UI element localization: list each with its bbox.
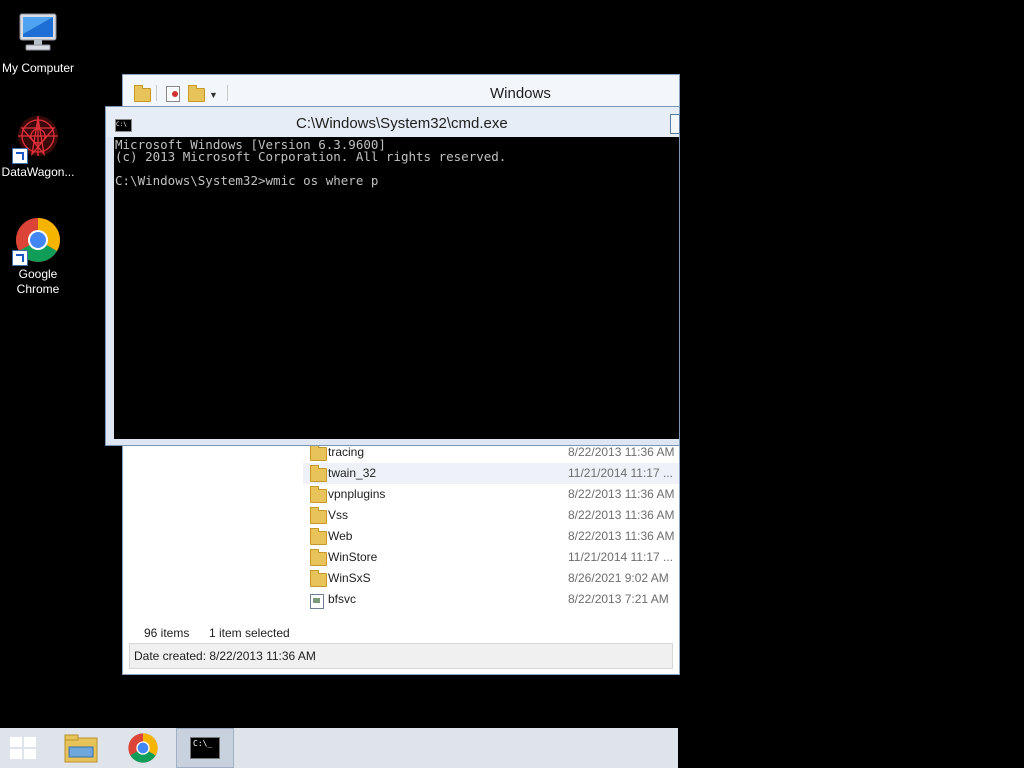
shortcut-arrow-icon — [12, 250, 28, 266]
separator — [227, 85, 228, 101]
item-count: 96 items — [144, 626, 190, 640]
new-folder-icon[interactable] — [188, 85, 205, 102]
desktop-icon-label: My Computer — [1, 61, 75, 75]
shortcut-arrow-icon — [12, 148, 28, 164]
file-list-row[interactable]: Vss 8/22/2013 11:36 AM — [303, 505, 679, 526]
maximize-button[interactable] — [670, 114, 680, 134]
status-bar: 96 items 1 item selected — [123, 621, 679, 643]
file-name: vpnplugins — [328, 487, 386, 501]
file-name: twain_32 — [328, 466, 377, 480]
file-explorer-icon — [64, 734, 98, 763]
file-list: tracing 8/22/2013 11:36 AM twain_32 11/21/2… — [303, 442, 679, 612]
desktop-icon-label: Google Chrome — [16, 267, 60, 296]
file-date: 8/22/2013 11:36 AM — [568, 487, 675, 501]
file-date: 11/21/2014 11:17 ... — [568, 466, 673, 480]
file-date: 8/22/2013 11:36 AM — [568, 529, 675, 543]
chevron-down-icon[interactable]: ▼ — [209, 90, 218, 100]
folder-icon — [310, 507, 327, 524]
file-list-row[interactable]: twain_32 11/21/2014 11:17 ... — [303, 463, 679, 484]
folder-icon[interactable] — [134, 85, 151, 102]
date-created-text: Date created: 8/22/2013 11:36 AM — [134, 649, 316, 663]
file-list-row[interactable]: Web 8/22/2013 11:36 AM — [303, 526, 679, 547]
folder-icon — [310, 549, 327, 566]
file-date: 8/22/2013 11:36 AM — [568, 508, 675, 522]
file-date: 8/26/2021 9:02 AM — [568, 571, 669, 585]
details-pane: Date created: 8/22/2013 11:36 AM — [129, 643, 673, 669]
chrome-icon — [128, 733, 158, 763]
file-list-row[interactable]: vpnplugins 8/22/2013 11:36 AM — [303, 484, 679, 505]
taskbar-chrome[interactable] — [114, 728, 172, 768]
my-computer-icon — [14, 10, 62, 58]
cmd-window-title: C:\Windows\System32\cmd.exe — [296, 115, 508, 132]
file-list-row[interactable]: WinSxS 8/26/2021 9:02 AM — [303, 568, 679, 589]
separator — [156, 85, 157, 101]
cmd-icon: C:\_ — [190, 737, 220, 759]
chrome-icon — [12, 216, 62, 266]
start-icon — [10, 737, 38, 761]
file-name: WinSxS — [328, 571, 371, 585]
file-name: WinStore — [328, 550, 378, 564]
desktop-icon-google-chrome[interactable]: Google Chrome — [0, 216, 76, 297]
taskbar-cmd[interactable]: C:\_ — [176, 728, 234, 768]
cmd-icon: C:\ — [115, 119, 132, 132]
file-date: 8/22/2013 11:36 AM — [568, 445, 675, 459]
folder-icon — [310, 570, 327, 587]
desktop-icon-my-computer[interactable]: My Computer — [0, 10, 76, 76]
file-name: Vss — [328, 508, 349, 522]
folder-icon — [310, 486, 327, 503]
console-output[interactable]: Microsoft Windows [Version 6.3.9600] (c)… — [114, 137, 679, 439]
file-name: tracing — [328, 445, 365, 459]
file-list-row[interactable]: WinStore 11/21/2014 11:17 ... — [303, 547, 679, 568]
selection-count: 1 item selected — [209, 626, 290, 640]
datawagon-icon — [12, 114, 62, 164]
file-icon — [310, 594, 324, 609]
folder-icon — [310, 444, 327, 461]
file-date: 8/22/2013 7:21 AM — [568, 592, 669, 606]
cmd-title-bar[interactable]: C:\ C:\Windows\System32\cmd.exe — [106, 107, 680, 137]
taskbar-file-explorer[interactable] — [52, 728, 110, 768]
folder-icon — [310, 528, 327, 545]
desktop-icon-datawagon[interactable]: DataWagon... — [0, 114, 76, 180]
file-list-row[interactable]: bootstat.dat4/2/2022 4:44 PM — [303, 610, 679, 612]
console-line: C:\Windows\System32>wmic os where p — [115, 173, 379, 188]
cmd-window[interactable]: C:\ C:\Windows\System32\cmd.exe Microsof… — [105, 106, 680, 446]
checkmark-icon — [172, 91, 178, 97]
start-button[interactable] — [0, 728, 58, 768]
console-line: (c) 2013 Microsoft Corporation. All righ… — [115, 149, 507, 164]
desktop-icon-label: DataWagon... — [1, 165, 75, 179]
file-list-row[interactable]: bfsvc 8/22/2013 7:21 AM — [303, 589, 679, 610]
taskbar: C:\_ — [0, 728, 678, 768]
file-date: 11/21/2014 11:17 ... — [568, 550, 673, 564]
file-name: Web — [328, 529, 353, 543]
folder-icon — [310, 465, 327, 482]
file-name: bfsvc — [328, 592, 357, 606]
explorer-window-title: Windows — [490, 85, 551, 102]
